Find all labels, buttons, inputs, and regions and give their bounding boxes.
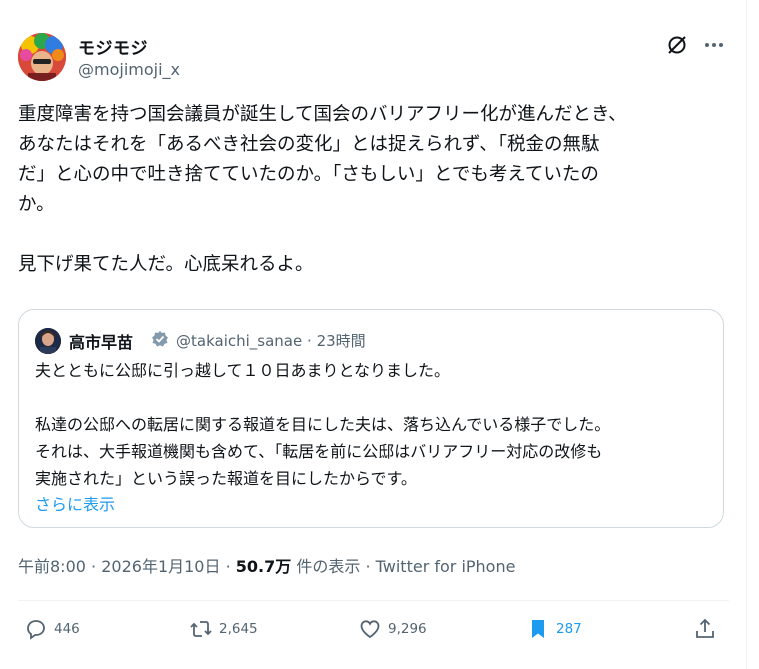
column-border bbox=[746, 0, 747, 669]
reply-icon bbox=[27, 620, 45, 640]
verified-icon bbox=[151, 330, 169, 348]
author-name[interactable]: モジモジ bbox=[78, 34, 148, 59]
share-icon bbox=[696, 618, 714, 638]
like-icon bbox=[360, 620, 380, 639]
tweet-time: 午前8:00 bbox=[18, 557, 86, 576]
bookmark-icon bbox=[532, 620, 544, 638]
reply-button[interactable]: 446 bbox=[24, 617, 80, 641]
tweet-timestamp[interactable]: 午前8:00 · 2026年1月10日 bbox=[18, 557, 220, 576]
quote-avatar[interactable] bbox=[35, 328, 61, 354]
quote-separator: · bbox=[307, 332, 312, 350]
quote-text: 夫とともに公邸に引っ越して１０日あまりとなりました。 私達の公邸への転居に関する… bbox=[35, 361, 611, 488]
meta-dot: · bbox=[365, 557, 371, 576]
bookmark-count: 287 bbox=[556, 621, 582, 637]
quote-author-handle[interactable]: @takaichi_sanae bbox=[176, 332, 302, 350]
tweet-text: 重度障害を持つ国会議員が誕生して国会のバリアフリー化が進んだとき、 あなたはそれ… bbox=[18, 104, 627, 275]
meta-dot: · bbox=[91, 557, 97, 576]
reply-count: 446 bbox=[54, 621, 80, 637]
bookmark-button[interactable]: 287 bbox=[526, 617, 582, 641]
repost-button[interactable]: 2,645 bbox=[189, 617, 258, 641]
show-more-link[interactable]: さらに表示 bbox=[35, 491, 115, 515]
repost-count: 2,645 bbox=[219, 621, 258, 637]
views-count: 50.7万 bbox=[235, 557, 292, 576]
repost-icon bbox=[190, 621, 212, 637]
share-button[interactable] bbox=[693, 617, 723, 641]
quote-author-name[interactable]: 高市早苗 bbox=[69, 329, 133, 353]
quote-time[interactable]: 23時間 bbox=[317, 332, 366, 350]
more-icon[interactable] bbox=[703, 34, 725, 56]
like-count: 9,296 bbox=[388, 621, 427, 637]
tweet-source[interactable]: Twitter for iPhone bbox=[376, 557, 516, 576]
tweet-date: 2026年1月10日 bbox=[101, 557, 221, 576]
meta-dot: · bbox=[225, 557, 231, 576]
views-label: 件の表示 bbox=[296, 557, 361, 576]
author-handle[interactable]: @mojimoji_x bbox=[78, 60, 180, 79]
quoted-tweet[interactable]: 高市早苗 @takaichi_sanae · 23時間 夫とともに公邸に引っ越し… bbox=[18, 309, 724, 528]
quote-meta: @takaichi_sanae · 23時間 bbox=[176, 330, 366, 351]
grok-icon[interactable] bbox=[666, 34, 688, 56]
tweet-meta: 午前8:00 · 2026年1月10日 · 50.7万 件の表示 · Twitt… bbox=[18, 553, 515, 577]
divider bbox=[18, 600, 729, 601]
avatar[interactable] bbox=[18, 33, 66, 81]
like-button[interactable]: 9,296 bbox=[358, 617, 427, 641]
